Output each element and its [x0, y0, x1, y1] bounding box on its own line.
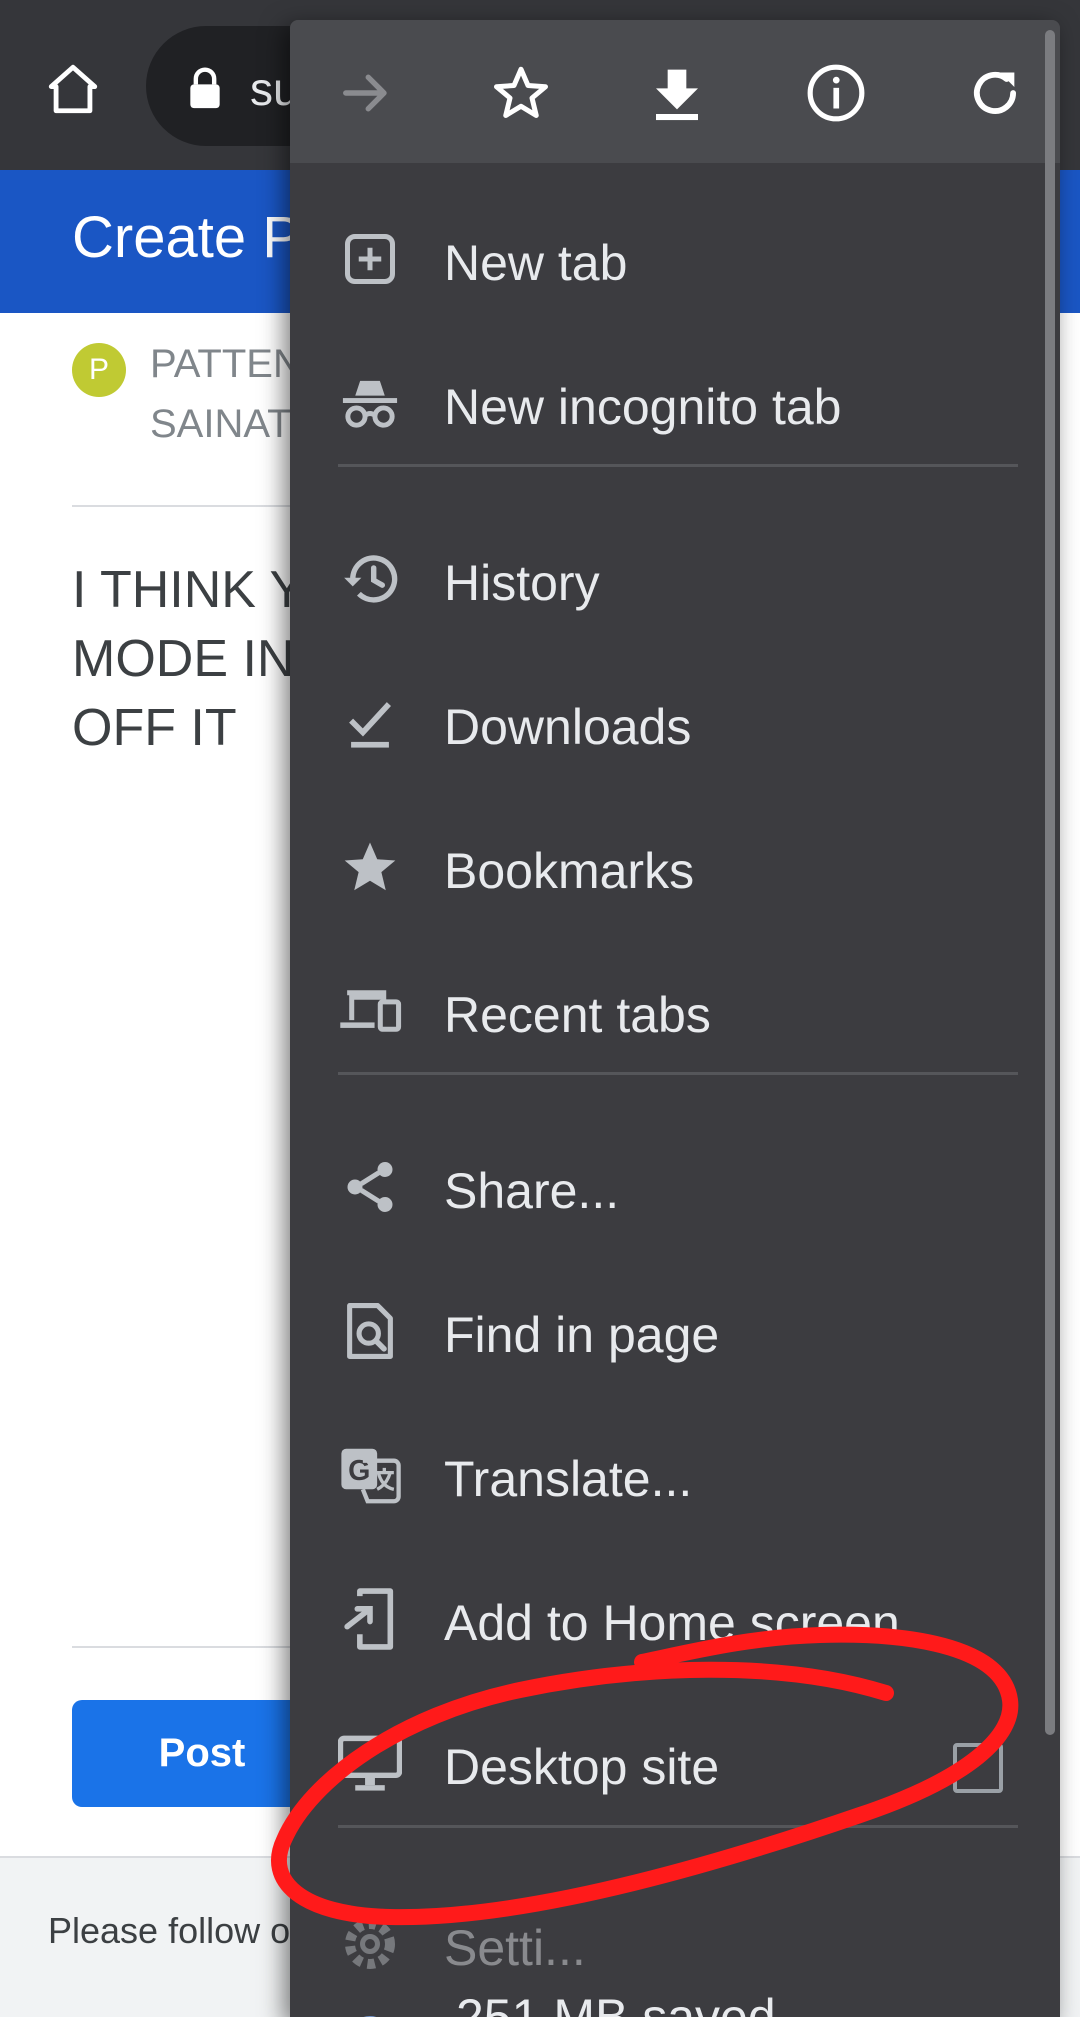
desktop-icon	[338, 1731, 402, 1795]
new-tab-icon	[338, 227, 402, 291]
info-icon	[807, 64, 865, 122]
avatar: P	[72, 343, 126, 397]
menu-toolbar	[290, 20, 1060, 163]
overflow-menu: New tab New incognito tab History Downlo…	[290, 20, 1060, 2017]
download-icon	[656, 69, 698, 121]
download-button[interactable]	[640, 56, 714, 130]
find-in-page-icon	[338, 1299, 402, 1363]
menu-item-recent-tabs[interactable]: Recent tabs	[290, 939, 1060, 1083]
page-title: Create P	[72, 205, 301, 270]
menu-item-new-tab[interactable]: New tab	[290, 187, 1060, 331]
menu-item-data-saver[interactable]: 251 MB saved	[290, 1950, 1060, 2017]
menu-item-share[interactable]: Share...	[290, 1115, 1060, 1259]
share-icon	[338, 1155, 402, 1219]
desktop-site-checkbox[interactable]	[953, 1743, 1003, 1793]
menu-item-label: Desktop site	[444, 1739, 720, 1795]
reload-icon	[974, 71, 1017, 114]
menu-item-label: Bookmarks	[444, 843, 695, 899]
author-name-line2: SAINAT	[150, 402, 292, 446]
menu-item-new-incognito-tab[interactable]: New incognito tab	[290, 331, 1060, 475]
menu-item-label: Recent tabs	[444, 987, 711, 1043]
author-name: PATTEN	[150, 342, 302, 386]
menu-item-label: New tab	[444, 235, 628, 291]
home-icon	[48, 64, 98, 114]
menu-item-translate[interactable]: G Translate...	[290, 1403, 1060, 1547]
downloads-icon	[338, 691, 402, 755]
star-icon	[338, 835, 402, 899]
menu-divider	[338, 1825, 1018, 1828]
lock-icon	[190, 67, 220, 109]
post-text[interactable]: I THINK Y MODE IN OFF IT	[72, 556, 304, 763]
devices-icon	[338, 979, 402, 1043]
home-button[interactable]	[36, 52, 110, 126]
menu-item-find-in-page[interactable]: Find in page	[290, 1259, 1060, 1403]
forward-button[interactable]	[329, 56, 403, 130]
menu-scrollbar[interactable]	[1045, 30, 1055, 1735]
menu-item-label: Add to Home screen	[444, 1595, 900, 1651]
translate-icon: G	[338, 1443, 402, 1507]
menu-item-label: Find in page	[444, 1307, 720, 1363]
data-saver-icon	[338, 2000, 402, 2017]
menu-item-bookmarks[interactable]: Bookmarks	[290, 795, 1060, 939]
bookmark-star-icon	[494, 66, 548, 118]
menu-item-downloads[interactable]: Downloads	[290, 651, 1060, 795]
menu-divider	[338, 1072, 1018, 1075]
page-info-button[interactable]	[799, 56, 873, 130]
reload-button[interactable]	[958, 56, 1032, 130]
menu-divider	[338, 464, 1018, 467]
forward-icon	[343, 74, 387, 112]
menu-item-label: New incognito tab	[444, 379, 842, 435]
menu-item-label: 251 MB saved	[456, 1989, 776, 2017]
menu-item-desktop-site[interactable]: Desktop site	[290, 1691, 1060, 1835]
history-icon	[338, 547, 402, 611]
menu-item-label: Share...	[444, 1163, 620, 1219]
menu-item-add-to-home-screen[interactable]: Add to Home screen	[290, 1547, 1060, 1691]
menu-item-label: Downloads	[444, 699, 692, 755]
menu-item-history[interactable]: History	[290, 507, 1060, 651]
menu-item-label: History	[444, 555, 600, 611]
footer-text: Please follow o	[48, 1910, 291, 1951]
incognito-icon	[338, 371, 402, 435]
menu-item-label: Translate...	[444, 1451, 693, 1507]
bookmark-button[interactable]	[484, 56, 558, 130]
add-to-home-icon	[338, 1587, 402, 1651]
